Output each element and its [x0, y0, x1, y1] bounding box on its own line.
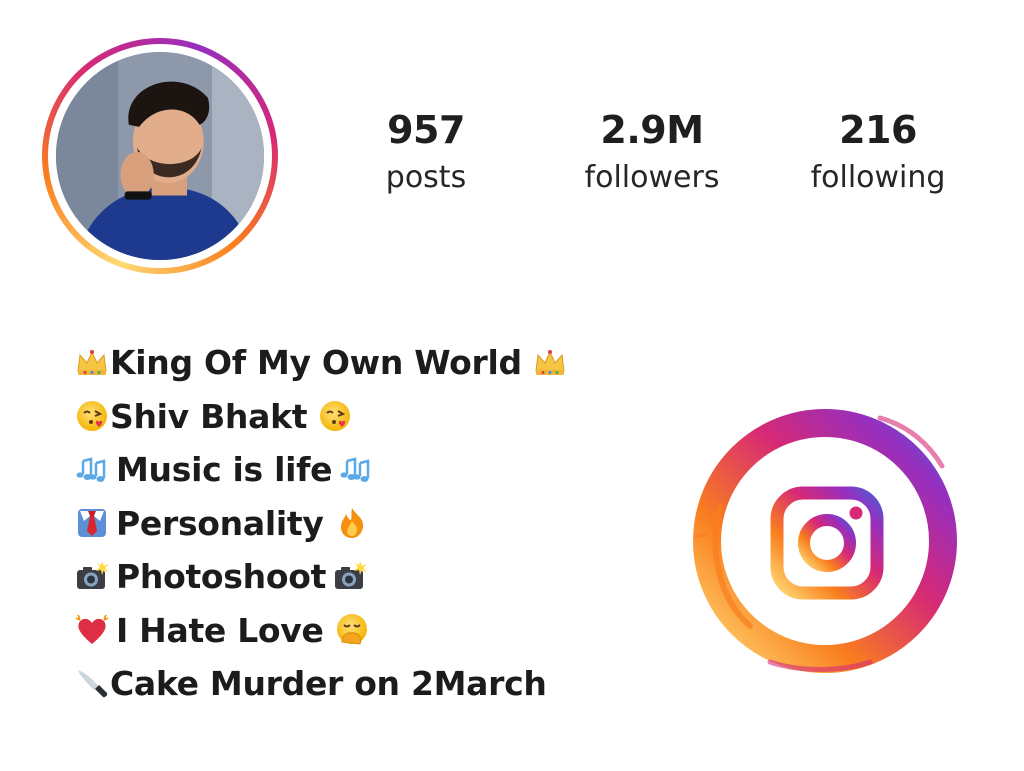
bio-text: Shiv Bhakt: [110, 396, 308, 436]
instagram-icon: [693, 409, 957, 673]
musical-notes-icon: [338, 452, 374, 488]
following-label: following: [810, 160, 946, 195]
stat-following[interactable]: 216 following: [788, 106, 968, 198]
bio-line: Personality: [74, 497, 634, 551]
instagram-logo: [680, 396, 970, 686]
profile-bio: King Of My Own World Shiv Bhakt Music is…: [74, 336, 634, 711]
bio-text: Photoshoot: [116, 557, 327, 597]
following-count: 216: [839, 108, 917, 152]
kitchen-knife-icon: [74, 666, 110, 702]
fire-icon: [334, 505, 370, 541]
bio-text: Personality: [116, 503, 324, 543]
stat-followers[interactable]: 2.9M followers: [562, 106, 742, 198]
bio-line: Photoshoot: [74, 550, 634, 604]
bio-line: Shiv Bhakt: [74, 390, 634, 444]
hand-over-mouth-icon: [334, 612, 370, 648]
camera-flash-icon: [332, 559, 368, 595]
stat-posts[interactable]: 957 posts: [336, 106, 516, 198]
bio-line: Cake Murder on 2March: [74, 657, 634, 711]
beating-heart-icon: [74, 612, 110, 648]
crown-icon: [74, 345, 110, 381]
person-portrait-icon: [56, 52, 264, 260]
followers-label: followers: [584, 160, 720, 195]
bio-line: King Of My Own World: [74, 336, 634, 390]
face-blowing-kiss-icon: [74, 398, 110, 434]
posts-label: posts: [385, 160, 467, 195]
face-blowing-kiss-icon: [317, 398, 353, 434]
posts-count: 957: [387, 108, 465, 152]
bio-text: Music is life: [116, 450, 333, 490]
crown-icon: [532, 345, 568, 381]
necktie-icon: [74, 505, 110, 541]
followers-count: 2.9M: [600, 108, 704, 152]
bio-line: Music is life: [74, 443, 634, 497]
camera-flash-icon: [74, 559, 110, 595]
bio-text: Cake Murder on 2March: [110, 664, 547, 704]
bio-line: I Hate Love: [74, 604, 634, 658]
avatar-photo: [56, 52, 264, 260]
musical-notes-icon: [74, 452, 110, 488]
bio-text: I Hate Love: [116, 610, 324, 650]
profile-avatar[interactable]: [42, 38, 278, 274]
bio-text: King Of My Own World: [110, 343, 522, 383]
